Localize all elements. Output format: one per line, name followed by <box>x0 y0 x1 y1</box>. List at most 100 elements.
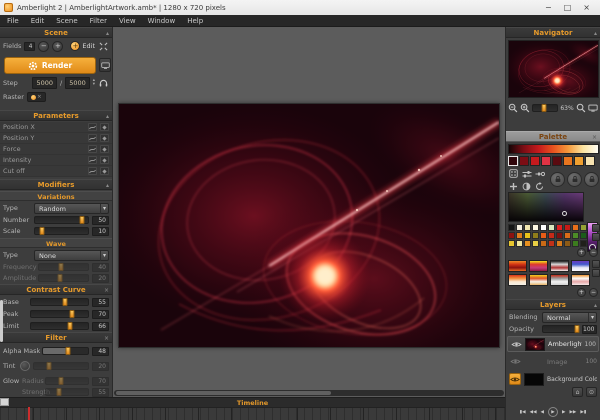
color-swatch[interactable] <box>572 232 579 239</box>
gradient-preset[interactable] <box>571 260 590 272</box>
gradient-preset[interactable] <box>508 260 527 272</box>
palette-swatch[interactable] <box>519 156 529 166</box>
parameters-section-header[interactable]: Parameters ▴ <box>0 110 112 121</box>
modifiers-section-header[interactable]: Modifiers ▴ <box>0 179 112 190</box>
lock-icon[interactable] <box>584 172 599 187</box>
gradient-scroll-down-button[interactable] <box>592 269 600 277</box>
color-swatch[interactable] <box>524 232 531 239</box>
timeline-playhead[interactable] <box>28 407 30 420</box>
link-slider-icon[interactable] <box>534 169 545 178</box>
menu-file[interactable]: File <box>7 17 19 25</box>
render-button[interactable]: Render <box>4 57 96 74</box>
amplitude-value[interactable]: 20 <box>92 274 109 283</box>
wave-type-dropdown[interactable]: None ▾ <box>34 250 109 261</box>
horizontal-scrollbar-thumb[interactable] <box>116 391 331 395</box>
color-swatch[interactable] <box>532 224 539 231</box>
gradient-preset[interactable] <box>550 274 569 286</box>
tint-color-button[interactable] <box>20 361 30 371</box>
gradient-preset[interactable] <box>508 274 527 286</box>
variation-type-dropdown[interactable]: Random ▾ <box>34 203 109 214</box>
field-prev-button[interactable]: − <box>38 41 49 52</box>
layer-row-background-color[interactable]: Background Color <box>507 371 599 387</box>
scale-slider[interactable] <box>34 227 89 235</box>
alpha-mask-slider[interactable] <box>42 347 89 355</box>
curve-icon[interactable] <box>88 134 97 142</box>
glow-strength-slider[interactable] <box>45 388 89 396</box>
mixer-icon[interactable] <box>521 169 532 178</box>
color-swatch[interactable] <box>572 240 579 247</box>
artwork-canvas[interactable] <box>118 103 500 348</box>
gradient-preset[interactable] <box>529 260 548 272</box>
base-value[interactable]: 55 <box>92 298 109 307</box>
headphones-icon[interactable] <box>98 79 109 88</box>
base-slider[interactable] <box>30 298 89 306</box>
step-back-button[interactable]: ◀ <box>541 410 544 415</box>
swatch-scroll-up-button[interactable] <box>592 224 600 232</box>
color-swatch[interactable] <box>532 232 539 239</box>
color-swatch[interactable] <box>548 224 555 231</box>
canvas-workspace[interactable] <box>113 27 505 397</box>
eye-icon[interactable] <box>510 338 522 350</box>
palette-tab[interactable]: Palette × <box>506 131 600 142</box>
opacity-value[interactable]: 100 <box>582 325 597 334</box>
peak-slider[interactable] <box>30 310 89 318</box>
color-swatch[interactable] <box>556 224 563 231</box>
close-button[interactable]: × <box>583 0 590 15</box>
color-swatch[interactable] <box>580 224 587 231</box>
curve-icon[interactable] <box>88 167 97 175</box>
contrast-curve-section-header[interactable]: Contrast Curve × <box>0 284 112 295</box>
layer-row-amberlight[interactable]: Amberlight 100 <box>507 336 599 352</box>
gradient-scroll-up-button[interactable] <box>592 260 600 268</box>
zoom-in-icon[interactable] <box>520 104 530 113</box>
field-next-button[interactable]: + <box>52 41 63 52</box>
color-swatch[interactable] <box>580 240 587 247</box>
frequency-slider[interactable] <box>38 263 89 271</box>
color-swatch[interactable] <box>540 240 547 247</box>
palette-swatch[interactable] <box>530 156 540 166</box>
target-icon[interactable]: ⊙ <box>586 387 597 397</box>
curve-icon[interactable] <box>88 123 97 131</box>
limit-value[interactable]: 66 <box>92 322 109 331</box>
menu-help[interactable]: Help <box>187 17 203 25</box>
color-swatch[interactable] <box>540 224 547 231</box>
color-swatch[interactable] <box>548 232 555 239</box>
step-current[interactable]: 5000 <box>32 77 57 89</box>
close-icon[interactable]: × <box>104 333 109 344</box>
loop-icon[interactable] <box>534 182 545 191</box>
palette-swatch[interactable] <box>585 156 595 166</box>
palette-gradient-bar[interactable] <box>508 144 599 154</box>
minimize-button[interactable]: − <box>545 0 552 15</box>
color-swatch[interactable] <box>548 240 555 247</box>
dice-icon[interactable] <box>508 169 519 178</box>
close-icon[interactable]: × <box>592 132 597 143</box>
collapse-icon[interactable]: ▴ <box>106 28 109 39</box>
contrast-icon[interactable] <box>521 182 532 191</box>
plus-icon[interactable] <box>508 182 519 191</box>
layers-section-header[interactable]: Layers ▴ <box>506 299 600 310</box>
swatch-scroll-down-button[interactable] <box>592 233 600 241</box>
color-swatch[interactable] <box>556 240 563 247</box>
tint-value[interactable]: 20 <box>92 362 109 371</box>
color-swatch[interactable] <box>524 224 531 231</box>
lock-icon[interactable] <box>550 172 565 187</box>
horizontal-scrollbar[interactable] <box>114 390 504 396</box>
edit-fields-button[interactable]: + Edit <box>70 41 95 51</box>
alpha-mask-value[interactable]: 48 <box>92 347 109 356</box>
palette-swatch[interactable] <box>563 156 573 166</box>
add-color-button[interactable]: + <box>577 248 586 257</box>
palette-swatch[interactable] <box>541 156 551 166</box>
color-swatch[interactable] <box>572 224 579 231</box>
keyframe-icon[interactable] <box>100 145 109 153</box>
amplitude-slider[interactable] <box>38 274 89 282</box>
keyframe-icon[interactable] <box>100 156 109 164</box>
lock-icon[interactable] <box>567 172 582 187</box>
color-swatch[interactable] <box>516 240 523 247</box>
color-swatch[interactable] <box>508 240 515 247</box>
keyframe-icon[interactable] <box>100 134 109 142</box>
eye-icon[interactable] <box>509 356 521 368</box>
glow-strength-value[interactable]: 55 <box>92 388 109 397</box>
step-forward-button[interactable]: ▶ <box>562 410 565 415</box>
palette-swatch[interactable] <box>574 156 584 166</box>
collapse-icon[interactable]: ▴ <box>106 111 109 122</box>
color-swatch[interactable] <box>508 232 515 239</box>
